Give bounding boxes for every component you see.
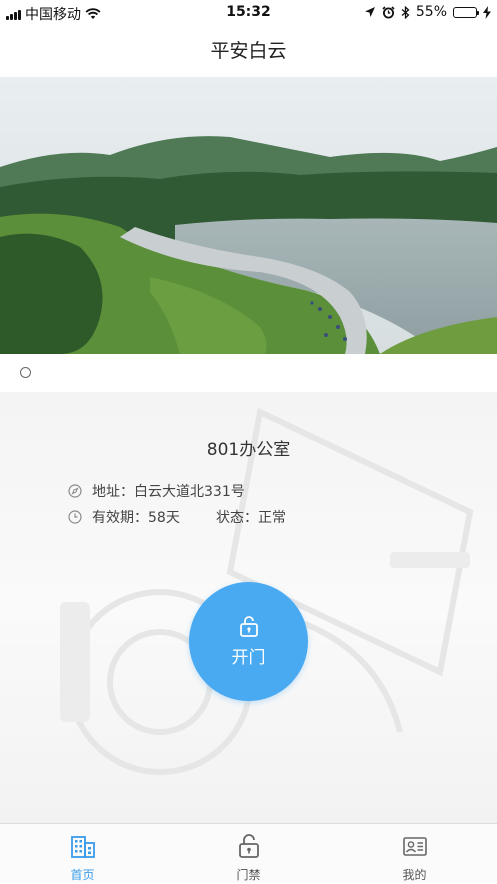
carousel-indicator [0, 354, 497, 392]
tab-home[interactable]: 首页 [0, 824, 165, 884]
battery-percent: 55% [415, 4, 447, 20]
compass-icon [68, 484, 82, 498]
address-row: 地址： 白云大道北331号 [68, 481, 245, 501]
validity-value: 58天 [148, 510, 180, 526]
address-value: 白云大道北331号 [134, 484, 245, 500]
status-value: 正常 [258, 510, 286, 526]
battery-icon [453, 6, 479, 18]
bluetooth-icon [401, 5, 410, 19]
alarm-icon [382, 5, 395, 18]
page-title: 平安白云 [210, 40, 287, 62]
address-label: 地址： [92, 484, 134, 500]
building-icon [70, 836, 95, 858]
status-right: 55% [364, 4, 491, 20]
nav-bar: 平安白云 [0, 26, 497, 76]
lock-icon [238, 834, 259, 858]
door-panel: 801办公室 地址： 白云大道北331号 有效期： 58天 状态：正常 开门 [0, 392, 497, 823]
status-row: 状态：正常 [216, 507, 286, 527]
id-card-icon [402, 837, 427, 856]
tab-access[interactable]: 门禁 [166, 824, 331, 884]
open-door-button[interactable]: 开门 [189, 582, 308, 701]
tab-profile[interactable]: 我的 [332, 824, 497, 884]
validity-row: 有效期： 58天 [68, 507, 180, 527]
carousel-dot[interactable] [20, 367, 31, 378]
status-bar: 中国移动 15:32 55% [0, 0, 497, 26]
room-name: 801办公室 [206, 440, 291, 460]
tab-bar: 首页 门禁 我的 [0, 823, 497, 883]
landscape-illustration [0, 77, 497, 354]
clock-icon [68, 510, 82, 524]
tab-profile-label: 我的 [402, 868, 427, 882]
charging-icon [483, 5, 491, 19]
banner-image[interactable] [0, 77, 497, 354]
location-icon [364, 7, 375, 17]
status-label: 状态： [216, 510, 258, 526]
unlock-icon [239, 616, 258, 637]
open-door-label: 开门 [231, 648, 266, 668]
tab-home-label: 首页 [70, 868, 95, 882]
validity-label: 有效期： [92, 510, 148, 526]
tab-access-label: 门禁 [236, 868, 261, 882]
